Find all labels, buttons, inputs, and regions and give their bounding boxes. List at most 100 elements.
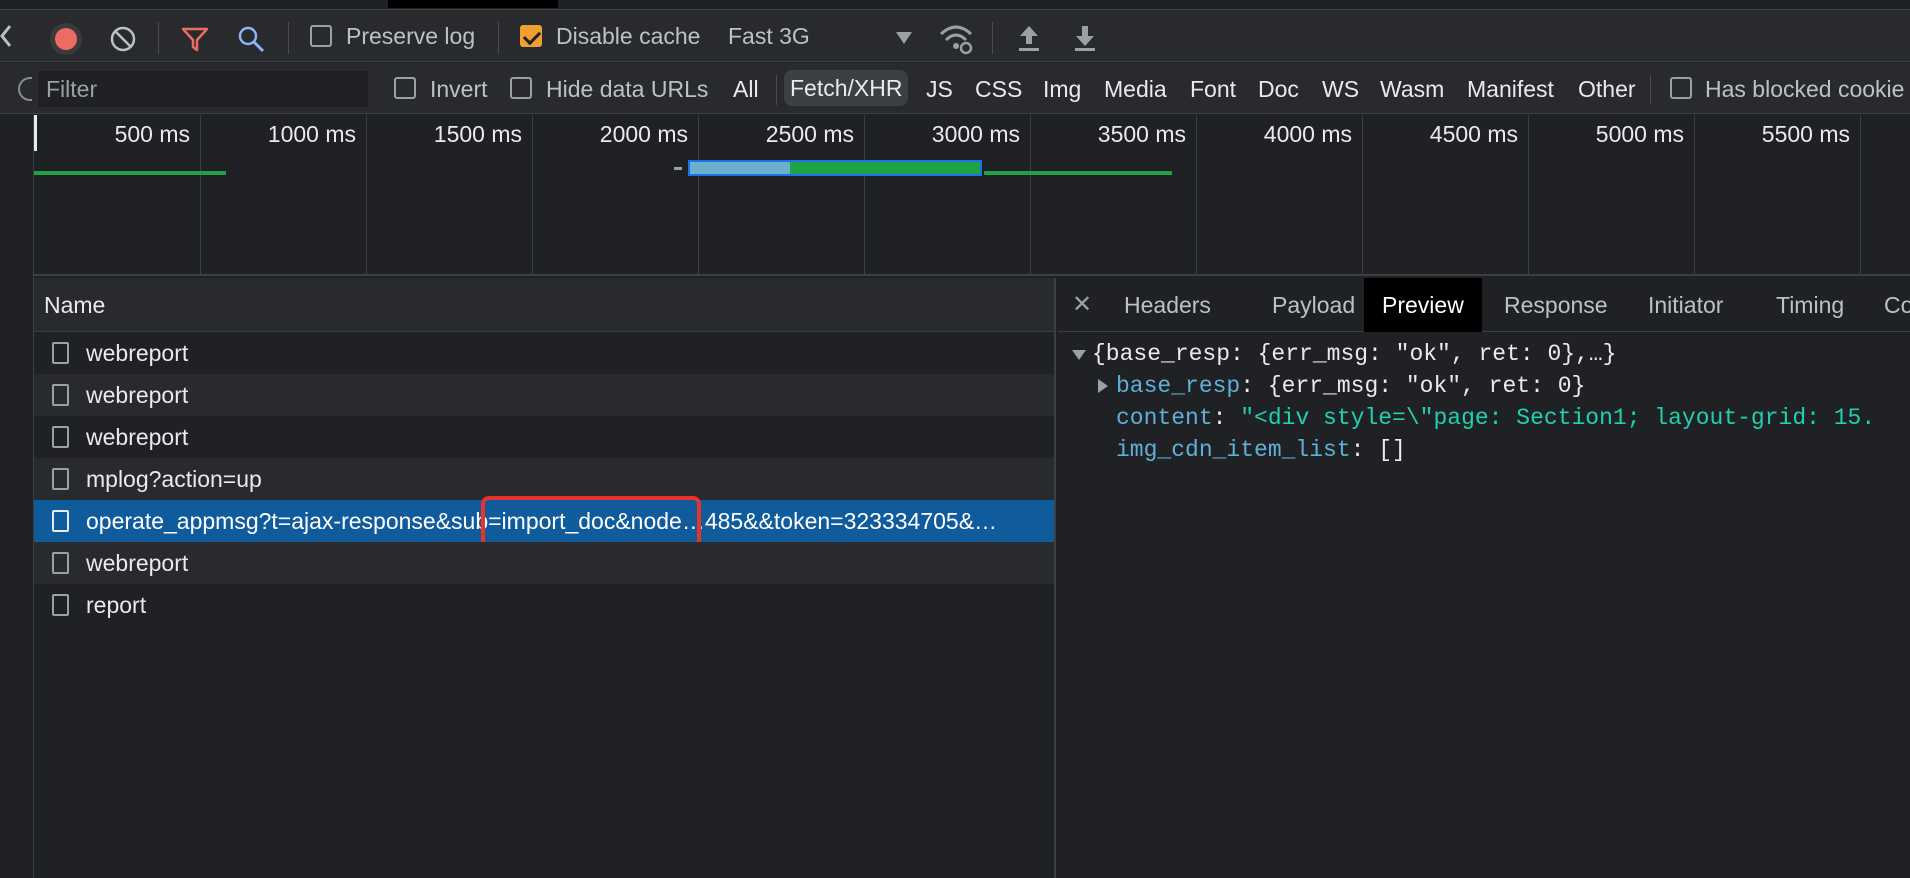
disable-cache-checkbox[interactable]: [520, 25, 542, 47]
type-filter-wasm[interactable]: Wasm: [1380, 76, 1444, 103]
throttling-select[interactable]: Fast 3G: [728, 23, 810, 50]
type-filter-media[interactable]: Media: [1104, 76, 1167, 103]
file-icon: [52, 468, 69, 490]
toolbar-divider: [158, 22, 159, 54]
tick-label: 4500 ms: [1429, 121, 1518, 147]
type-filter-other[interactable]: Other: [1578, 76, 1636, 103]
tick-label: 3000 ms: [931, 121, 1020, 147]
tick-label: 3500 ms: [1097, 121, 1186, 147]
overview-timeline[interactable]: 500 ms 1000 ms 1500 ms 2000 ms 2500 ms 3…: [34, 115, 1910, 276]
filter-divider: [1650, 75, 1651, 105]
filter-bar: Invert Hide data URLs All Fetch/XHR JS C…: [0, 63, 1910, 114]
json-row-img-list[interactable]: img_cdn_item_list: []: [1058, 434, 1910, 466]
has-blocked-cookies-label: Has blocked cookie: [1705, 76, 1905, 102]
invert-checkbox[interactable]: [394, 77, 416, 99]
tick-line: [532, 115, 533, 274]
request-row[interactable]: mplog?action=up: [34, 458, 1054, 500]
has-blocked-cookies-checkbox[interactable]: [1670, 77, 1692, 99]
tab-response[interactable]: Response: [1486, 278, 1626, 332]
request-row-selected[interactable]: operate_appmsg?t=ajax-response&sub=impor…: [34, 496, 1054, 548]
request-name: webreport: [86, 382, 189, 408]
top-strip: [0, 0, 1910, 10]
tick-label: 1500 ms: [433, 121, 522, 147]
chevron-down-icon[interactable]: [896, 32, 912, 44]
type-filter-manifest[interactable]: Manifest: [1467, 76, 1554, 103]
file-icon: [52, 510, 69, 532]
tick-label: 500 ms: [114, 121, 190, 147]
tab-cookies[interactable]: Co: [1866, 278, 1910, 332]
filter-input[interactable]: [38, 71, 368, 107]
search-icon[interactable]: [236, 24, 266, 54]
waterfall-wait: [690, 162, 790, 174]
tick-line: [1860, 115, 1861, 274]
request-row[interactable]: webreport: [34, 416, 1054, 458]
type-filter-all[interactable]: All: [733, 76, 759, 103]
tick-line: [698, 115, 699, 274]
tick-line: [1528, 115, 1529, 274]
preserve-log-checkbox[interactable]: [310, 25, 332, 47]
filter-icon[interactable]: [180, 24, 210, 54]
request-row[interactable]: report: [34, 584, 1054, 626]
request-row[interactable]: webreport: [34, 332, 1054, 374]
tab-headers[interactable]: Headers: [1106, 278, 1229, 332]
hide-data-urls-checkbox[interactable]: [510, 77, 532, 99]
tab-payload[interactable]: Payload: [1254, 278, 1373, 332]
hide-data-urls-label: Hide data URLs: [546, 76, 709, 102]
waterfall-bar-selected: [688, 160, 982, 176]
json-value: "<div style=\"page: Section1; layout-gri…: [1240, 405, 1876, 431]
disable-cache-label: Disable cache: [556, 23, 701, 49]
type-filter-font[interactable]: Font: [1190, 76, 1236, 103]
record-icon[interactable]: [50, 23, 82, 55]
name-column-header[interactable]: Name: [34, 278, 1054, 332]
json-key: img_cdn_item_list: [1116, 437, 1351, 463]
waterfall-bar: [674, 167, 682, 170]
type-filter-fetch-xhr[interactable]: Fetch/XHR: [784, 70, 909, 106]
type-filter-js[interactable]: JS: [926, 76, 953, 103]
tab-timing[interactable]: Timing: [1758, 278, 1862, 332]
tick-line: [366, 115, 367, 274]
type-filter-ws[interactable]: WS: [1322, 76, 1359, 103]
expand-right-icon[interactable]: [1098, 379, 1108, 393]
json-summary: {base_resp: {err_msg: "ok", ret: 0},…}: [1092, 341, 1617, 367]
json-value: {err_msg: "ok", ret: 0}: [1267, 373, 1586, 399]
filter-divider: [776, 75, 777, 105]
json-root-row[interactable]: {base_resp: {err_msg: "ok", ret: 0},…}: [1058, 338, 1910, 370]
toolbar-divider: [992, 22, 993, 54]
type-filter-css[interactable]: CSS: [975, 76, 1022, 103]
chevron-left-icon[interactable]: [0, 22, 14, 50]
network-conditions-icon[interactable]: [938, 22, 974, 56]
close-icon[interactable]: ✕: [1072, 290, 1092, 319]
detail-tabs: ✕ Headers Payload Preview Response Initi…: [1058, 278, 1910, 332]
export-har-icon[interactable]: [1070, 22, 1100, 54]
json-row-base-resp[interactable]: base_resp: {err_msg: "ok", ret: 0}: [1058, 370, 1910, 402]
waterfall-bar: [34, 171, 226, 175]
tick-line: [200, 115, 201, 274]
request-name: webreport: [86, 424, 189, 450]
json-key: base_resp: [1116, 373, 1241, 399]
import-har-icon[interactable]: [1014, 22, 1044, 54]
tick-label: 2500 ms: [765, 121, 854, 147]
json-preview: {base_resp: {err_msg: "ok", ret: 0},…} b…: [1058, 332, 1910, 466]
file-icon: [52, 552, 69, 574]
clear-icon[interactable]: [108, 24, 138, 54]
tab-initiator[interactable]: Initiator: [1630, 278, 1741, 332]
left-gutter: [0, 115, 34, 878]
request-row[interactable]: webreport: [34, 542, 1054, 584]
type-filter-img[interactable]: Img: [1043, 76, 1081, 103]
request-name: mplog?action=up: [86, 466, 262, 492]
expand-down-icon[interactable]: [1072, 350, 1086, 360]
file-icon: [52, 426, 69, 448]
waterfall-bar: [984, 171, 1172, 175]
tick-line: [1694, 115, 1695, 274]
request-row[interactable]: webreport: [34, 374, 1054, 416]
tab-preview[interactable]: Preview: [1364, 278, 1482, 332]
file-icon: [52, 342, 69, 364]
json-row-content[interactable]: content: "<div style=\"page: Section1; l…: [1058, 402, 1910, 434]
type-filter-doc[interactable]: Doc: [1258, 76, 1299, 103]
request-name: report: [86, 592, 147, 618]
toolbar-divider: [288, 22, 289, 54]
tick-line: [1030, 115, 1031, 274]
tick-label: 4000 ms: [1263, 121, 1352, 147]
tick-line: [1362, 115, 1363, 274]
tick-line: [864, 115, 865, 274]
